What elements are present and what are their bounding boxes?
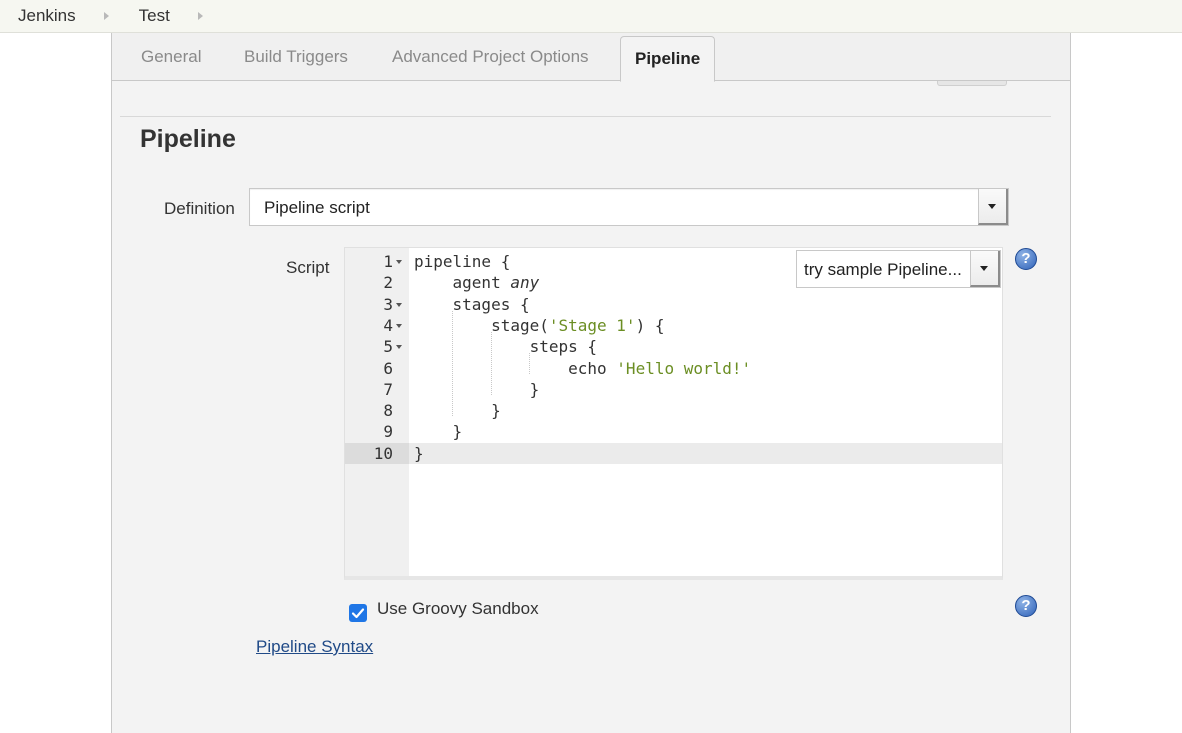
fold-arrow-icon[interactable] (396, 260, 402, 264)
code-text[interactable]: } (414, 443, 424, 464)
code-token: pipeline (414, 252, 501, 271)
code-token: ) { (635, 315, 665, 335)
sample-pipeline-dropdown-button[interactable] (970, 251, 1000, 287)
config-panel: General Build Triggers Advanced Project … (111, 33, 1071, 733)
code-line[interactable]: 5 steps { (345, 336, 1002, 357)
line-number-cell: 10 (345, 442, 409, 464)
section-divider (120, 116, 1051, 117)
groovy-sandbox-checkbox[interactable] (349, 604, 367, 622)
code-token: steps { (414, 337, 598, 357)
line-number-cell: 4 (345, 315, 409, 336)
definition-selected-value[interactable]: Pipeline script (264, 198, 370, 218)
chevron-down-icon[interactable] (988, 204, 996, 209)
line-number: 6 (383, 358, 393, 378)
tab-build-triggers[interactable]: Build Triggers (244, 47, 348, 67)
code-line[interactable]: 7 } (345, 379, 1002, 400)
sample-pipeline-value[interactable]: try sample Pipeline... (804, 260, 962, 280)
code-token: stage( (414, 315, 549, 335)
code-text[interactable]: stages { (414, 294, 530, 315)
line-number: 8 (383, 401, 393, 421)
line-number: 9 (383, 422, 393, 442)
pipeline-syntax-link[interactable]: Pipeline Syntax (256, 637, 373, 657)
code-text[interactable]: } (414, 379, 540, 400)
code-text[interactable]: } (414, 421, 463, 442)
script-label: Script (286, 258, 330, 277)
breadcrumb-item-test[interactable]: Test (139, 6, 233, 26)
code-line[interactable]: 8 } (345, 400, 1002, 421)
tab-advanced-project-options[interactable]: Advanced Project Options (392, 47, 589, 67)
code-token: agent (414, 273, 511, 293)
code-line[interactable]: 3 stages { (345, 294, 1002, 315)
code-text[interactable]: } (414, 400, 501, 421)
code-token: } (414, 422, 463, 442)
indent-guide (529, 353, 530, 374)
code-token: 'Stage 1' (548, 315, 636, 335)
code-token: any (510, 273, 540, 293)
definition-label: Definition (164, 199, 235, 218)
definition-select[interactable]: Pipeline script (249, 188, 1009, 226)
code-text[interactable]: echo 'Hello world!' (414, 358, 751, 379)
sample-pipeline-select[interactable]: try sample Pipeline... (796, 250, 1001, 288)
code-token: echo (414, 358, 617, 378)
line-number-cell: 6 (345, 358, 409, 379)
help-icon[interactable]: ? (1015, 248, 1037, 270)
chevron-down-icon[interactable] (980, 266, 988, 271)
checkmark-icon (351, 608, 365, 619)
tab-pipeline[interactable]: Pipeline (620, 36, 716, 82)
line-number-cell: 7 (345, 379, 409, 400)
breadcrumb-label[interactable]: Test (139, 6, 170, 26)
line-number-cell: 2 (345, 272, 409, 293)
tab-bar-scroll-handle (937, 81, 1007, 86)
code-text[interactable]: pipeline { (414, 251, 510, 272)
section-title: Pipeline (140, 125, 236, 153)
line-number-cell: 1 (345, 251, 409, 272)
chevron-right-icon[interactable] (103, 12, 109, 20)
breadcrumb-label[interactable]: Jenkins (18, 6, 76, 26)
code-token: } (414, 379, 540, 399)
line-number-cell: 9 (345, 421, 409, 442)
code-text[interactable]: agent any (414, 272, 540, 293)
line-number: 4 (383, 315, 393, 335)
line-number-cell: 3 (345, 294, 409, 315)
code-token: 'Hello world!' (616, 358, 752, 378)
chevron-right-icon[interactable] (197, 12, 203, 20)
code-text[interactable]: steps { (414, 336, 597, 357)
script-editor[interactable]: 1 pipeline {2 agent any 3 stages {4 stage(… (344, 247, 1003, 580)
code-line[interactable]: 10} (345, 442, 1002, 464)
line-number: 2 (383, 273, 393, 293)
line-number: 10 (373, 443, 393, 463)
code-token: { (500, 252, 511, 271)
code-line[interactable]: 4 stage('Stage 1') { (345, 315, 1002, 336)
indent-guide (491, 332, 492, 395)
code-line[interactable]: 6 echo 'Hello world!' (345, 358, 1002, 379)
fold-arrow-icon[interactable] (396, 345, 402, 350)
tab-bar: General Build Triggers Advanced Project … (112, 33, 1070, 82)
breadcrumb: Jenkins Test (0, 0, 1182, 33)
code-token: } (414, 443, 424, 463)
line-number: 5 (383, 337, 393, 357)
breadcrumb-item-jenkins[interactable]: Jenkins (18, 6, 139, 26)
help-icon[interactable]: ? (1015, 595, 1037, 617)
code-token: } (414, 401, 501, 421)
line-number: 7 (383, 379, 393, 399)
fold-arrow-icon[interactable] (396, 302, 402, 307)
line-number-cell: 8 (345, 400, 409, 421)
code-line[interactable]: 9 } (345, 421, 1002, 442)
indent-guide (452, 311, 453, 416)
fold-arrow-icon[interactable] (396, 323, 402, 328)
groovy-sandbox-label[interactable]: Use Groovy Sandbox (377, 599, 539, 619)
tab-general[interactable]: General (141, 47, 201, 67)
line-number: 3 (383, 294, 393, 314)
line-number-cell: 5 (345, 336, 409, 357)
definition-dropdown-button[interactable] (978, 189, 1008, 225)
code-token: stages { (414, 294, 530, 314)
line-number: 1 (383, 252, 393, 271)
